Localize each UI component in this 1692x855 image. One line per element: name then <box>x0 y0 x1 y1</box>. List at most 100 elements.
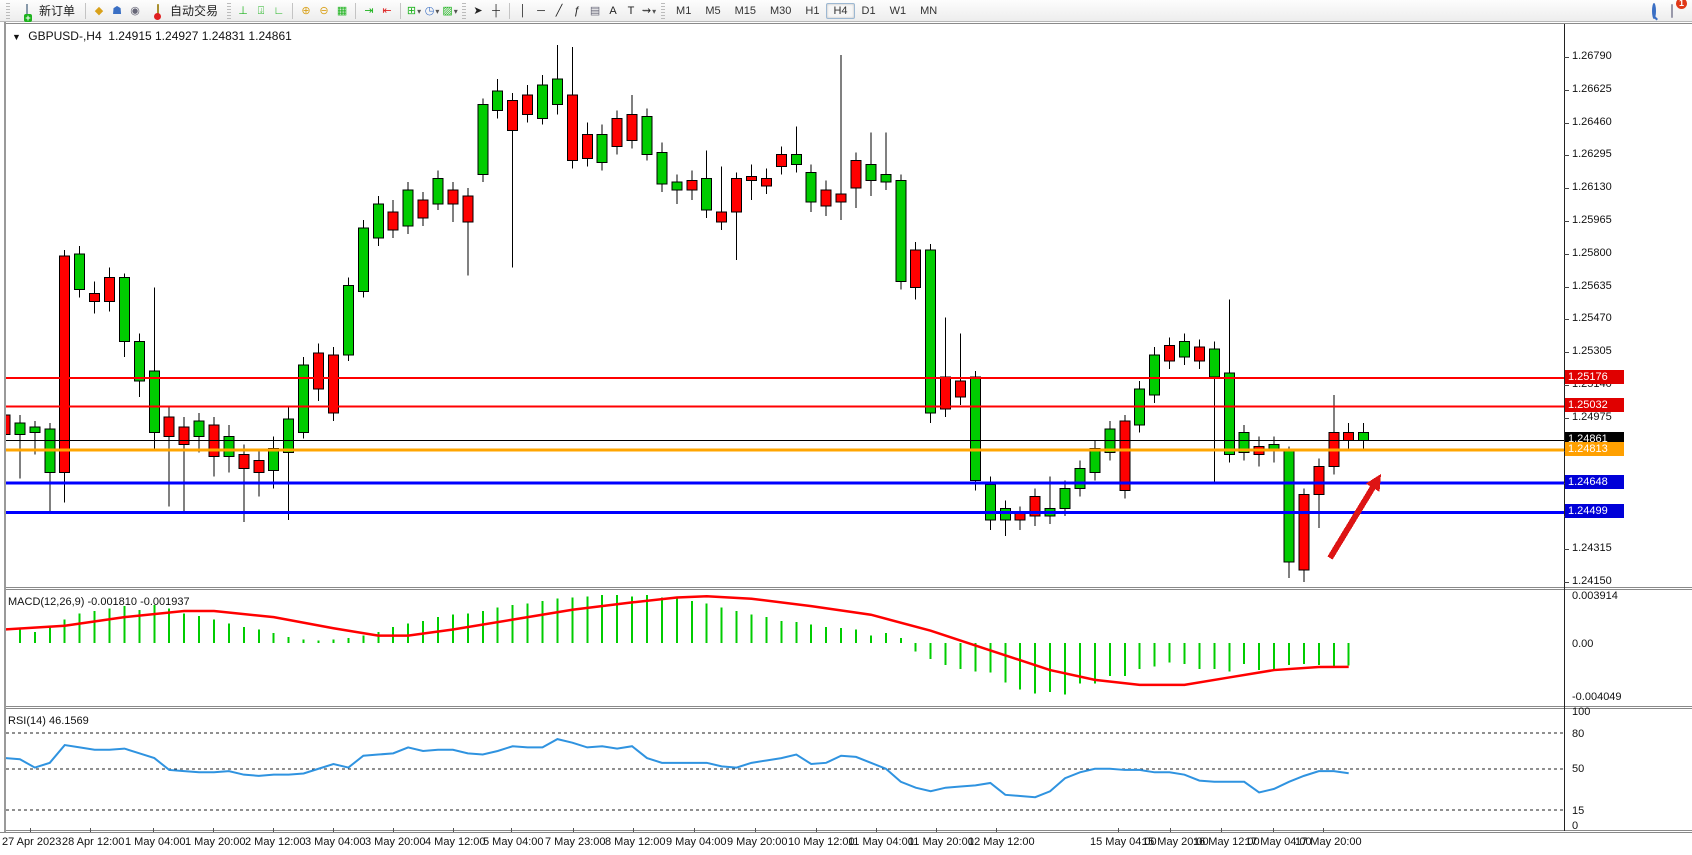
grid-tool-icon[interactable]: ▤ <box>587 4 603 18</box>
signals-icon[interactable]: ◉ <box>127 4 143 18</box>
price-tick <box>1564 352 1569 353</box>
price-tick-label: 1.24315 <box>1572 542 1612 554</box>
time-tick <box>393 828 394 832</box>
periods-icon[interactable]: ◷▾ <box>424 4 440 18</box>
candlestick-chart-type-icon[interactable]: ⍗ <box>253 4 269 18</box>
time-tick-label: 9 May 04:00 <box>666 836 727 848</box>
time-tick <box>755 828 756 832</box>
price-line-badge: 1.24648 <box>1565 475 1624 489</box>
price-tick <box>1564 582 1569 583</box>
text-label-tool-icon[interactable]: T <box>623 4 639 18</box>
price-tick-label: 1.25470 <box>1572 312 1612 324</box>
time-tick-label: 27 Apr 2023 <box>2 836 61 848</box>
navigator-icon[interactable]: ☗ <box>109 4 125 18</box>
new-order-button[interactable]: 新订单 <box>14 1 80 20</box>
auto-trading-label: 自动交易 <box>170 2 218 19</box>
price-tick-label: 1.26130 <box>1572 181 1612 193</box>
price-tick <box>1564 319 1569 320</box>
price-tick-label: 1.25305 <box>1572 345 1612 357</box>
price-tick <box>1564 254 1569 255</box>
bar-chart-type-icon[interactable]: ⊥ <box>235 4 251 18</box>
time-tick-label: 28 Apr 12:00 <box>62 836 124 848</box>
time-tick-label: 7 May 23:00 <box>545 836 606 848</box>
price-tick <box>1564 155 1569 156</box>
text-tool-icon[interactable]: A <box>605 4 621 18</box>
trendline-tool-icon[interactable]: ╱ <box>551 4 567 18</box>
price-tick <box>1564 418 1569 419</box>
timeframe-button-M15[interactable]: M15 <box>728 3 763 19</box>
time-tick-label: 9 May 20:00 <box>727 836 788 848</box>
timeframe-button-MN[interactable]: MN <box>913 3 944 19</box>
timeframe-button-H1[interactable]: H1 <box>798 3 826 19</box>
indicator-axis-label: 0 <box>1572 820 1578 832</box>
time-tick-label: 1 May 04:00 <box>125 836 186 848</box>
timeframe-button-D1[interactable]: D1 <box>855 3 883 19</box>
tile-windows-icon[interactable]: ▦ <box>334 4 350 18</box>
time-tick <box>1323 828 1324 832</box>
auto-scroll-icon[interactable]: ⇥ <box>361 4 377 18</box>
cursor-tool-icon[interactable]: ➤ <box>470 4 486 18</box>
market-watch-icon[interactable]: ◆ <box>91 4 107 18</box>
timeframe-button-W1[interactable]: W1 <box>883 3 914 19</box>
auto-trading-icon <box>150 4 166 18</box>
time-tick <box>1118 828 1119 832</box>
timeframe-button-M1[interactable]: M1 <box>669 3 698 19</box>
indicators-icon[interactable]: ⊞▾ <box>406 4 422 18</box>
indicator-axis-label: 50 <box>1572 763 1584 775</box>
timeframe-toolbar: M1M5M15M30H1H4D1W1MN <box>669 3 944 19</box>
time-tick <box>333 828 334 832</box>
price-tick <box>1564 287 1569 288</box>
timeframe-button-H4[interactable]: H4 <box>826 3 854 19</box>
price-chart-canvas[interactable] <box>6 24 1564 587</box>
time-tick <box>1221 828 1222 832</box>
notification-badge: 1 <box>1676 0 1687 9</box>
price-tick <box>1564 221 1569 222</box>
time-tick-label: 5 May 04:00 <box>483 836 544 848</box>
auto-trading-button[interactable]: 自动交易 <box>145 1 223 20</box>
time-tick-label: 1 May 20:00 <box>185 836 246 848</box>
rsi-panel-canvas[interactable] <box>6 710 1564 830</box>
time-tick <box>273 828 274 832</box>
price-line-badge: 1.24813 <box>1565 442 1624 456</box>
time-tick <box>213 828 214 832</box>
indicator-axis-label: -0.004049 <box>1572 691 1622 703</box>
price-tick-label: 1.25965 <box>1572 214 1612 226</box>
search-icon[interactable] <box>1646 4 1662 18</box>
price-line-badge: 1.25032 <box>1565 398 1624 412</box>
time-tick-label: 2 May 12:00 <box>245 836 306 848</box>
price-tick-label: 1.26295 <box>1572 148 1612 160</box>
mt4-window: 新订单 ◆ ☗ ◉ 自动交易 ⊥ ⍗ ∟ ⊕ ⊖ ▦ ⇥ ⇤ ⊞▾ ◷▾ ▨▾ … <box>0 0 1692 855</box>
timeframe-button-M5[interactable]: M5 <box>698 3 727 19</box>
price-tick <box>1564 188 1569 189</box>
timeframe-button-M30[interactable]: M30 <box>763 3 798 19</box>
time-tick <box>694 828 695 832</box>
time-tick <box>816 828 817 832</box>
price-tick-label: 1.26790 <box>1572 50 1612 62</box>
notifications-chat-icon[interactable]: 1 <box>1664 4 1680 18</box>
time-tick <box>633 828 634 832</box>
macd-panel-canvas[interactable] <box>6 591 1564 706</box>
time-tick-label: 4 May 12:00 <box>425 836 486 848</box>
arrows-tool-icon[interactable]: ⇝▾ <box>641 4 657 18</box>
time-tick <box>876 828 877 832</box>
time-tick-label: 8 May 12:00 <box>605 836 666 848</box>
crosshair-tool-icon[interactable]: ┼ <box>488 4 504 18</box>
time-tick <box>30 828 31 832</box>
line-chart-type-icon[interactable]: ∟ <box>271 4 287 18</box>
price-tick <box>1564 57 1569 58</box>
fibonacci-tool-icon[interactable]: ƒ <box>569 4 585 18</box>
chart-shift-icon[interactable]: ⇤ <box>379 4 395 18</box>
time-tick <box>90 828 91 832</box>
zoom-in-icon[interactable]: ⊕ <box>298 4 314 18</box>
templates-icon[interactable]: ▨▾ <box>442 4 458 18</box>
time-tick <box>936 828 937 832</box>
toolbar-drag-handle[interactable] <box>6 3 10 19</box>
time-tick <box>1273 828 1274 832</box>
vertical-line-tool-icon[interactable]: │ <box>515 4 531 18</box>
annotation-arrow <box>1330 474 1381 558</box>
time-tick <box>511 828 512 832</box>
zoom-out-icon[interactable]: ⊖ <box>316 4 332 18</box>
horizontal-line-tool-icon[interactable]: ─ <box>533 4 549 18</box>
price-tick-label: 1.25635 <box>1572 280 1612 292</box>
price-tick <box>1564 549 1569 550</box>
